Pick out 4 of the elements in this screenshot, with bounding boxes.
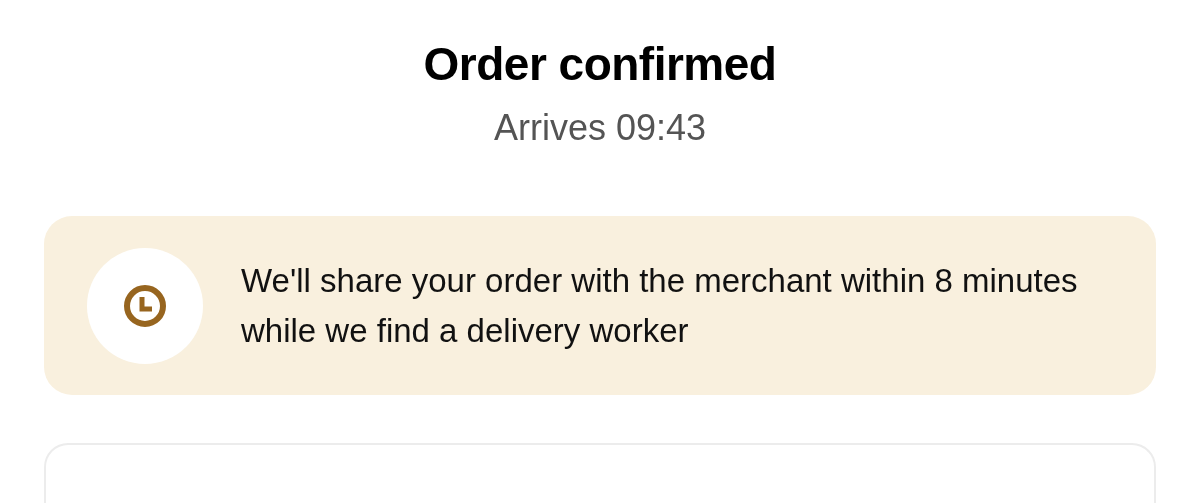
arrival-time: Arrives 09:43 [493, 106, 707, 150]
clock-icon [122, 282, 168, 329]
page-title: Order confirmed [423, 37, 777, 92]
notice-message: We'll share your order with the merchant within 8 minutes while we find a delivery worker [241, 260, 1079, 351]
